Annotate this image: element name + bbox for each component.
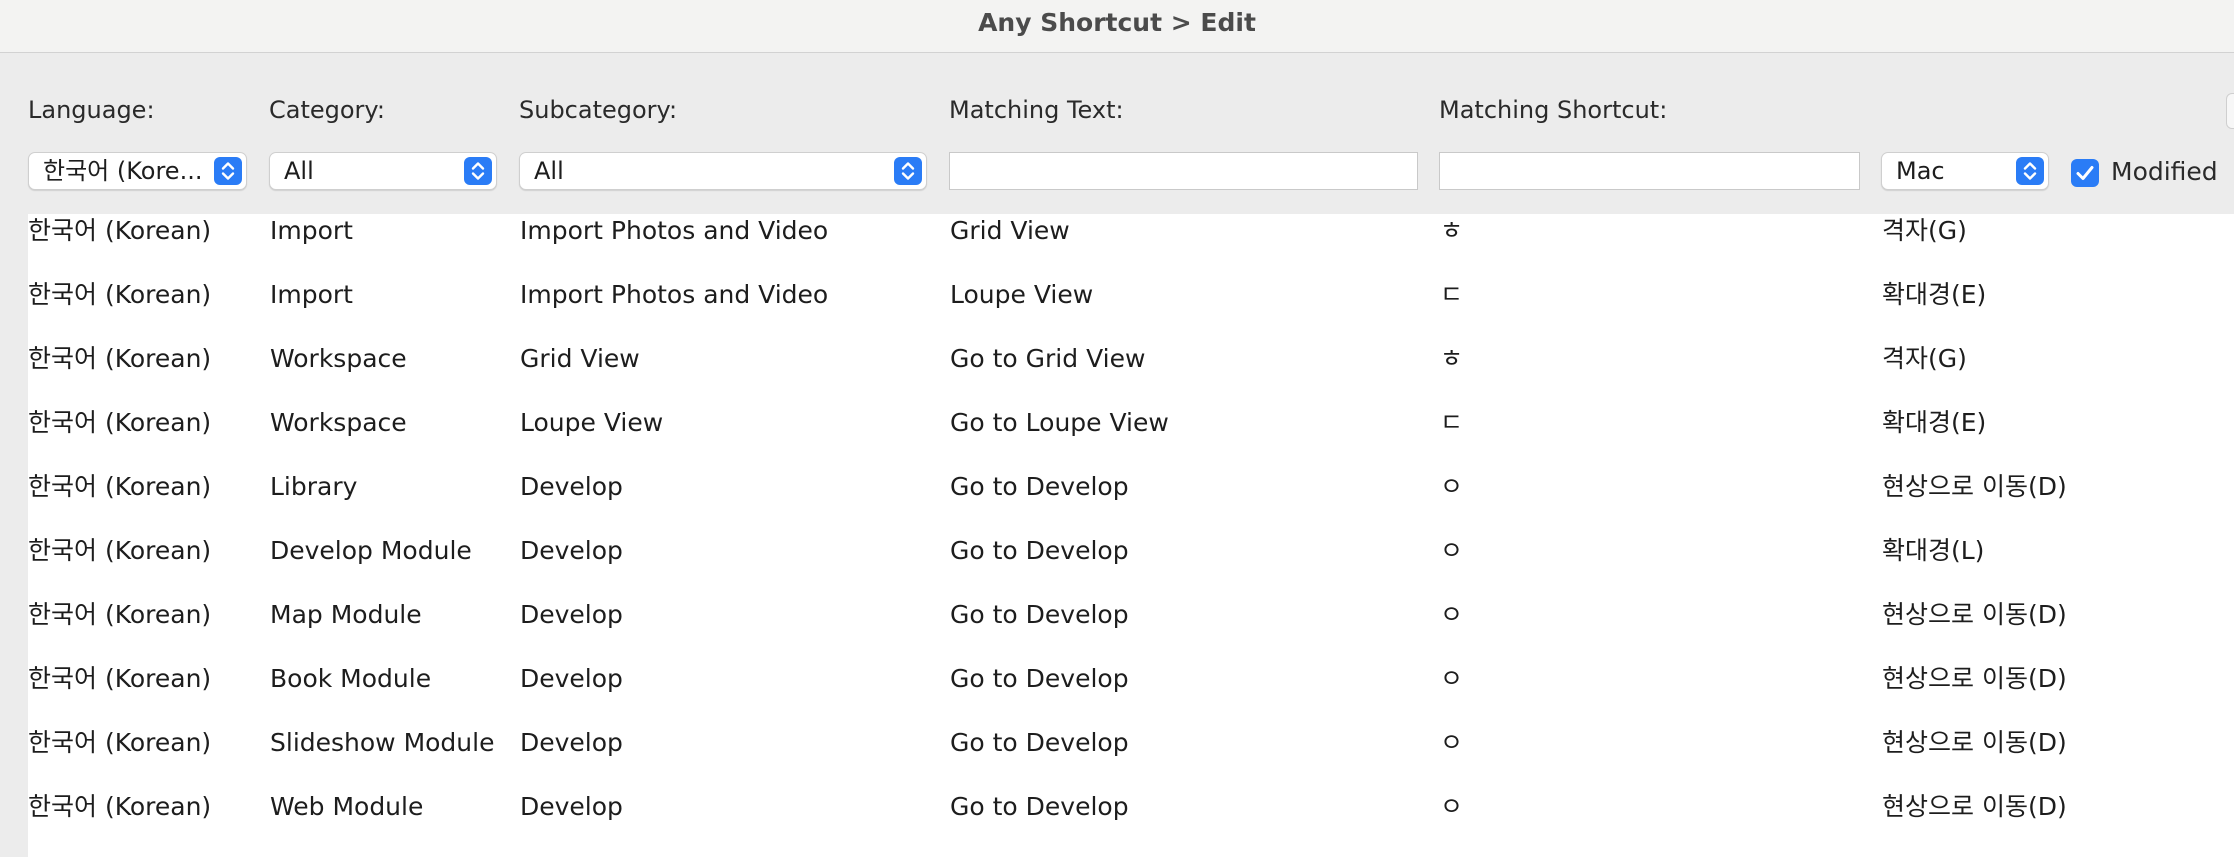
matching-shortcut-cell: ㅎ bbox=[1440, 344, 1464, 373]
result-cell: 현상으로 이동(D) bbox=[1882, 792, 2067, 821]
table-row[interactable]: 한국어 (Korean) Library Develop Go to Devel… bbox=[28, 470, 2234, 534]
table-row[interactable]: 한국어 (Korean) Book Module Develop Go to D… bbox=[28, 662, 2234, 726]
matching-text-cell: Go to Develop bbox=[950, 728, 1129, 757]
matching-text-cell: Go to Develop bbox=[950, 792, 1129, 821]
category-label: Category: bbox=[269, 96, 385, 124]
matching-shortcut-cell: ㄷ bbox=[1440, 280, 1464, 309]
subcategory-cell: Loupe View bbox=[520, 408, 664, 437]
matching-text-cell: Go to Develop bbox=[950, 472, 1129, 501]
checkmark-icon bbox=[2076, 166, 2094, 180]
matching-shortcut-cell: ㅎ bbox=[1440, 216, 1464, 245]
subcategory-label: Subcategory: bbox=[519, 96, 678, 124]
table-row[interactable]: 한국어 (Korean) Workspace Loupe View Go to … bbox=[28, 406, 2234, 470]
category-cell: Web Module bbox=[270, 792, 424, 821]
matching-text-cell: Go to Develop bbox=[950, 600, 1129, 629]
category-cell: Map Module bbox=[270, 600, 422, 629]
result-cell: 현상으로 이동(D) bbox=[1882, 664, 2067, 693]
matching-shortcut-cell: ㅇ bbox=[1440, 664, 1464, 693]
chevron-updown-icon bbox=[894, 157, 922, 185]
language-cell: 한국어 (Korean) bbox=[28, 472, 212, 501]
language-popup[interactable]: 한국어 (Kore... bbox=[28, 152, 247, 190]
subcategory-cell: Import Photos and Video bbox=[520, 216, 829, 245]
language-cell: 한국어 (Korean) bbox=[28, 280, 212, 309]
category-cell: Slideshow Module bbox=[270, 728, 495, 757]
table-row[interactable]: 한국어 (Korean) Workspace Grid View Go to G… bbox=[28, 342, 2234, 406]
subcategory-cell: Develop bbox=[520, 792, 623, 821]
result-cell: 확대경(E) bbox=[1882, 408, 1987, 437]
title-bar: Any Shortcut > Edit bbox=[0, 0, 2234, 53]
language-cell: 한국어 (Korean) bbox=[28, 600, 212, 629]
matching-text-field[interactable] bbox=[949, 152, 1418, 190]
category-cell: Import bbox=[270, 280, 353, 309]
category-popup[interactable]: All bbox=[269, 152, 497, 190]
table-row[interactable]: 한국어 (Korean) Develop Module Develop Go t… bbox=[28, 534, 2234, 598]
matching-shortcut-value bbox=[1440, 157, 1448, 185]
language-cell: 한국어 (Korean) bbox=[28, 664, 212, 693]
subcategory-cell: Grid View bbox=[520, 344, 640, 373]
result-cell: 확대경(E) bbox=[1882, 280, 1987, 309]
table-row[interactable]: 한국어 (Korean) Slideshow Module Develop Go… bbox=[28, 726, 2234, 790]
category-cell: Workspace bbox=[270, 408, 407, 437]
language-cell: 한국어 (Korean) bbox=[28, 792, 212, 821]
modified-label: Modified bbox=[2111, 157, 2218, 186]
table-row[interactable]: 한국어 (Korean) Web Module Develop Go to De… bbox=[28, 790, 2234, 854]
matching-shortcut-cell: ㄷ bbox=[1440, 408, 1464, 437]
table-row[interactable]: 한국어 (Korean) Map Module Develop Go to De… bbox=[28, 598, 2234, 662]
window-title: Any Shortcut > Edit bbox=[978, 8, 1256, 37]
chevron-updown-icon bbox=[464, 157, 492, 185]
matching-shortcut-cell: ㅇ bbox=[1440, 536, 1464, 565]
category-popup-value: All bbox=[284, 157, 314, 185]
subcategory-cell: Develop bbox=[520, 536, 623, 565]
matching-text-label: Matching Text: bbox=[949, 96, 1124, 124]
result-cell: 현상으로 이동(D) bbox=[1882, 600, 2067, 629]
language-popup-value: 한국어 (Kore... bbox=[43, 157, 203, 185]
matching-text-cell: Go to Loupe View bbox=[950, 408, 1169, 437]
category-cell: Workspace bbox=[270, 344, 407, 373]
matching-shortcut-cell: ㅇ bbox=[1440, 792, 1464, 821]
matching-text-cell: Go to Develop bbox=[950, 664, 1129, 693]
matching-shortcut-cell: ㅇ bbox=[1440, 600, 1464, 629]
matching-shortcut-cell: ㅇ bbox=[1440, 472, 1464, 501]
subcategory-cell: Develop bbox=[520, 600, 623, 629]
matching-text-cell: Grid View bbox=[950, 216, 1070, 245]
matching-text-value bbox=[950, 157, 958, 185]
matching-shortcut-label: Matching Shortcut: bbox=[1439, 96, 1668, 124]
result-cell: 격자(G) bbox=[1882, 216, 1967, 245]
modified-checkbox[interactable] bbox=[2071, 159, 2099, 187]
category-cell: Import bbox=[270, 216, 353, 245]
language-cell: 한국어 (Korean) bbox=[28, 536, 212, 565]
language-cell: 한국어 (Korean) bbox=[28, 344, 212, 373]
subcategory-cell: Import Photos and Video bbox=[520, 280, 829, 309]
platform-popup-value: Mac bbox=[1896, 157, 1945, 185]
result-cell: 격자(G) bbox=[1882, 344, 1967, 373]
table-row[interactable]: 한국어 (Korean) Import Import Photos and Vi… bbox=[28, 214, 2234, 278]
matching-text-cell: Go to Grid View bbox=[950, 344, 1146, 373]
matching-text-cell: Go to Develop bbox=[950, 536, 1129, 565]
chevron-updown-icon bbox=[2016, 157, 2044, 185]
language-cell: 한국어 (Korean) bbox=[28, 216, 212, 245]
language-cell: 한국어 (Korean) bbox=[28, 728, 212, 757]
category-cell: Book Module bbox=[270, 664, 432, 693]
category-cell: Library bbox=[270, 472, 358, 501]
results-table[interactable]: 한국어 (Korean) Import Import Photos and Vi… bbox=[28, 214, 2234, 857]
category-cell: Develop Module bbox=[270, 536, 472, 565]
chevron-updown-icon bbox=[214, 157, 242, 185]
clipped-control[interactable] bbox=[2226, 93, 2234, 129]
result-cell: 현상으로 이동(D) bbox=[1882, 472, 2067, 501]
subcategory-popup-value: All bbox=[534, 157, 564, 185]
language-label: Language: bbox=[28, 96, 155, 124]
table-row[interactable]: 한국어 (Korean) Import Import Photos and Vi… bbox=[28, 278, 2234, 342]
subcategory-popup[interactable]: All bbox=[519, 152, 927, 190]
matching-text-cell: Loupe View bbox=[950, 280, 1094, 309]
result-cell: 확대경(L) bbox=[1882, 536, 1985, 565]
matching-shortcut-field[interactable] bbox=[1439, 152, 1860, 190]
subcategory-cell: Develop bbox=[520, 728, 623, 757]
matching-shortcut-cell: ㅇ bbox=[1440, 728, 1464, 757]
subcategory-cell: Develop bbox=[520, 664, 623, 693]
platform-popup[interactable]: Mac bbox=[1881, 152, 2049, 190]
language-cell: 한국어 (Korean) bbox=[28, 408, 212, 437]
result-cell: 현상으로 이동(D) bbox=[1882, 728, 2067, 757]
subcategory-cell: Develop bbox=[520, 472, 623, 501]
